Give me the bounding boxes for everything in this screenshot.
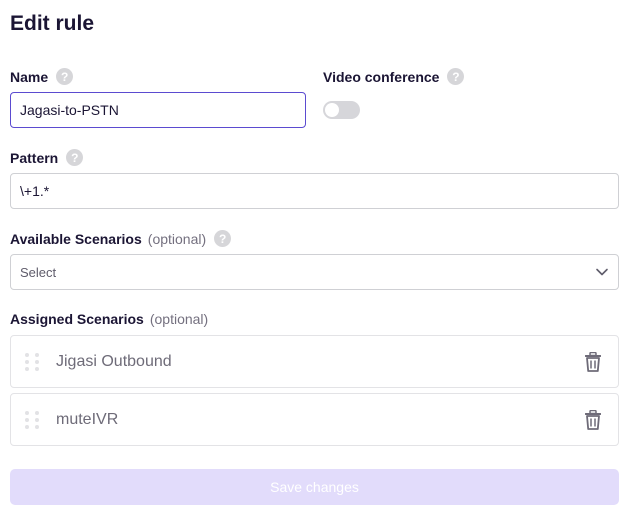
video-conference-label-row: Video conference ? xyxy=(323,68,465,85)
drag-handle-icon[interactable] xyxy=(25,410,43,429)
help-icon[interactable]: ? xyxy=(66,149,84,166)
available-scenarios-label: Available Scenarios xyxy=(10,230,142,247)
video-conference-label: Video conference xyxy=(323,68,440,85)
assigned-scenarios-label-row: Assigned Scenarios (optional) xyxy=(10,311,208,327)
pattern-input[interactable]: \+1.* xyxy=(10,173,619,209)
name-input[interactable]: Jagasi-to-PSTN xyxy=(10,92,306,128)
pattern-label: Pattern xyxy=(10,149,59,166)
trash-icon[interactable] xyxy=(584,351,602,372)
drag-handle-icon[interactable] xyxy=(25,352,43,371)
name-input-value: Jagasi-to-PSTN xyxy=(20,102,119,118)
name-label-row: Name ? xyxy=(10,68,74,85)
available-scenarios-label-row: Available Scenarios (optional) ? xyxy=(10,230,232,247)
scenario-name: Jigasi Outbound xyxy=(56,352,172,370)
save-button[interactable]: Save changes xyxy=(10,469,619,505)
scenario-name: muteIVR xyxy=(56,410,119,428)
video-conference-toggle[interactable] xyxy=(323,101,360,119)
select-placeholder: Select xyxy=(20,264,57,280)
name-label: Name xyxy=(10,68,49,85)
pattern-input-value: \+1.* xyxy=(20,183,50,199)
toggle-knob xyxy=(325,103,339,117)
chevron-down-icon xyxy=(595,265,609,279)
help-icon[interactable]: ? xyxy=(214,230,232,247)
optional-tag: (optional) xyxy=(147,230,207,247)
page-title: Edit rule xyxy=(10,12,95,35)
assigned-scenarios-label: Assigned Scenarios xyxy=(10,311,144,327)
save-button-label: Save changes xyxy=(270,479,359,495)
trash-icon[interactable] xyxy=(584,409,602,430)
edit-rule-panel: Edit rule Name ? Jagasi-to-PSTN Video co… xyxy=(0,0,628,521)
list-item: muteIVR xyxy=(10,393,619,446)
available-scenarios-select[interactable]: Select xyxy=(10,254,619,290)
list-item: Jigasi Outbound xyxy=(10,335,619,388)
optional-tag: (optional) xyxy=(149,311,209,327)
help-icon[interactable]: ? xyxy=(447,68,465,85)
help-icon[interactable]: ? xyxy=(56,68,74,85)
pattern-label-row: Pattern ? xyxy=(10,149,84,166)
